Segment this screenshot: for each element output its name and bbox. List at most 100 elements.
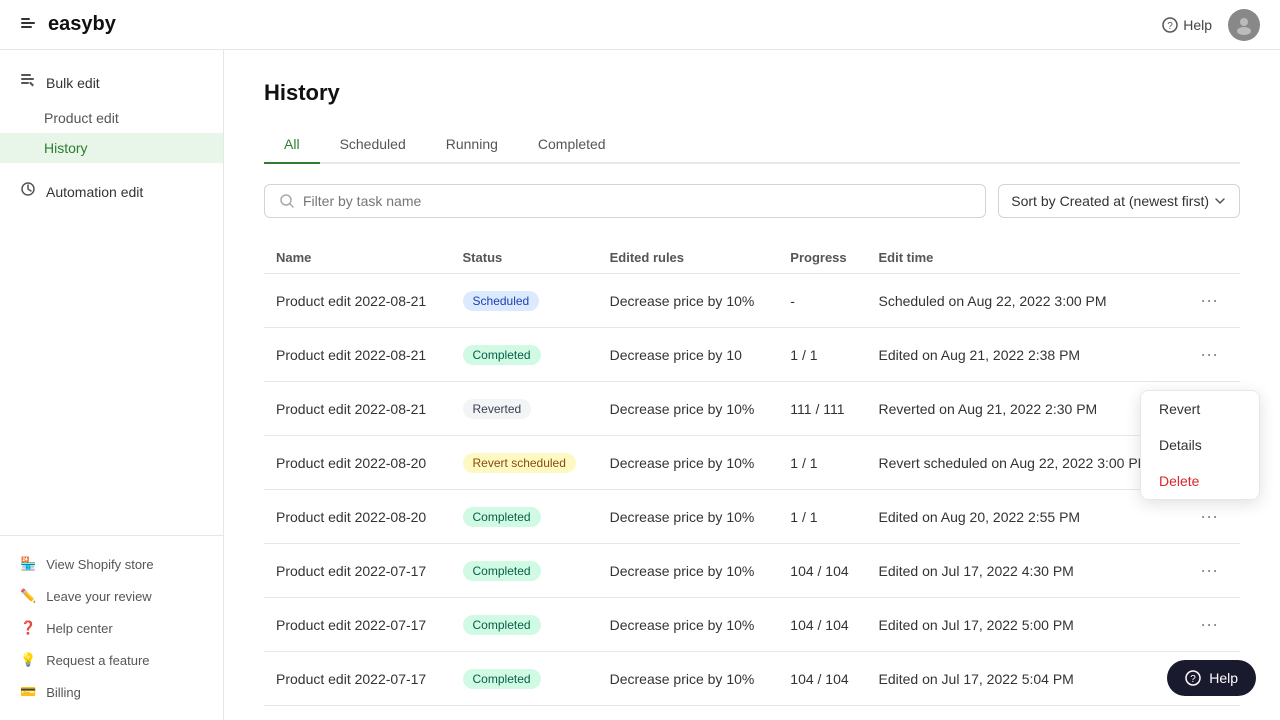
help-bubble-label: Help — [1209, 670, 1238, 686]
row-menu-button[interactable]: ··· — [1194, 504, 1224, 529]
help-center-label: Help center — [46, 621, 112, 636]
table-row: Product edit 2022-08-21 Scheduled Decrea… — [264, 274, 1240, 328]
view-shopify-label: View Shopify store — [46, 557, 153, 572]
cell-name: Product edit 2022-08-21 — [264, 274, 451, 328]
sidebar-item-history[interactable]: History — [0, 133, 223, 163]
cell-progress: 104 / 104 — [778, 598, 866, 652]
cell-edited-rules: Decrease price by 10% — [598, 274, 779, 328]
cell-name: Product edit 2022-08-20 — [264, 436, 451, 490]
search-icon — [279, 193, 295, 209]
cell-edit-time: Edited on Aug 20, 2022 2:55 PM — [866, 490, 1182, 544]
cell-edit-time: Reverted on Aug 21, 2022 2:30 PM — [866, 382, 1182, 436]
table-row: Product edit 2022-07-17 Completed Decrea… — [264, 652, 1240, 706]
cell-status: Completed — [451, 652, 598, 706]
menu-item-delete[interactable]: Delete — [1141, 463, 1259, 499]
sidebar-automation-edit-label: Automation edit — [46, 184, 143, 200]
logo-icon — [20, 14, 42, 36]
cell-progress: 1 / 1 — [778, 328, 866, 382]
status-badge: Completed — [463, 561, 541, 581]
sidebar-item-product-edit[interactable]: Product edit — [0, 103, 223, 133]
cell-status: Completed — [451, 328, 598, 382]
row-menu-button[interactable]: ··· — [1194, 558, 1224, 583]
help-center-icon: ❓ — [20, 620, 36, 636]
menu-item-revert[interactable]: Revert — [1141, 391, 1259, 427]
status-badge: Completed — [463, 669, 541, 689]
tab-running[interactable]: Running — [426, 126, 518, 164]
cell-edited-rules: Decrease price by 10% — [598, 382, 779, 436]
menu-item-details[interactable]: Details — [1141, 427, 1259, 463]
table-row: Product edit 2022-08-20 Revert scheduled… — [264, 436, 1240, 490]
avatar[interactable] — [1228, 9, 1260, 41]
status-badge: Completed — [463, 615, 541, 635]
tab-scheduled[interactable]: Scheduled — [320, 126, 426, 164]
table-row: Product edit 2022-07-17 Completed Decrea… — [264, 544, 1240, 598]
cell-edit-time: Edited on Jul 17, 2022 5:04 PM — [866, 652, 1182, 706]
search-input[interactable] — [303, 193, 971, 209]
topnav-right: ? Help — [1162, 9, 1260, 41]
cell-progress: 104 / 104 — [778, 652, 866, 706]
search-box — [264, 184, 986, 218]
sort-dropdown[interactable]: Sort by Created at (newest first) — [998, 184, 1240, 218]
cell-edit-time: Edited on Aug 21, 2022 2:38 PM — [866, 328, 1182, 382]
sidebar-item-request-feature[interactable]: 💡 Request a feature — [0, 644, 223, 676]
svg-text:?: ? — [1190, 674, 1196, 685]
table-row: Product edit 2022-08-21 Completed Decrea… — [264, 328, 1240, 382]
sidebar-item-help-center[interactable]: ❓ Help center — [0, 612, 223, 644]
bulk-edit-icon — [20, 72, 36, 93]
cell-edit-time: Edited on Jul 17, 2022 4:30 PM — [866, 544, 1182, 598]
cell-status: Completed — [451, 490, 598, 544]
help-bubble[interactable]: ? Help — [1167, 660, 1256, 696]
cell-edit-time: Edited on Jul 17, 2022 5:00 PM — [866, 598, 1182, 652]
sidebar-product-edit-label: Product edit — [44, 110, 119, 126]
sidebar-bulk-edit-label: Bulk edit — [46, 75, 100, 91]
automation-edit-icon — [20, 181, 36, 202]
table-row: Product edit 2022-07-17 Completed Decrea… — [264, 598, 1240, 652]
tab-all[interactable]: All — [264, 126, 320, 164]
request-feature-label: Request a feature — [46, 653, 149, 668]
topnav: easyby ? Help — [0, 0, 1280, 50]
cell-name: Product edit 2022-07-17 — [264, 652, 451, 706]
cell-name: Product edit 2022-07-17 — [264, 598, 451, 652]
status-badge: Completed — [463, 507, 541, 527]
svg-text:?: ? — [1167, 21, 1173, 32]
col-status: Status — [451, 242, 598, 274]
col-name: Name — [264, 242, 451, 274]
cell-edit-time: Scheduled on Aug 22, 2022 3:00 PM — [866, 274, 1182, 328]
row-menu-button[interactable]: ··· — [1194, 342, 1224, 367]
cell-actions: ··· — [1182, 328, 1240, 382]
table-row: Product edit 2022-08-21 Reverted Decreas… — [264, 382, 1240, 436]
row-menu-button[interactable]: ··· — [1194, 612, 1224, 637]
cell-actions: ··· — [1182, 274, 1240, 328]
cell-edited-rules: Decrease price by 10% — [598, 436, 779, 490]
tab-completed[interactable]: Completed — [518, 126, 626, 164]
sidebar-history-label: History — [44, 140, 88, 156]
history-table: Name Status Edited rules Progress Edit t… — [264, 242, 1240, 706]
sidebar-item-automation-edit[interactable]: Automation edit — [0, 171, 223, 212]
col-progress: Progress — [778, 242, 866, 274]
sidebar-item-bulk-edit[interactable]: Bulk edit — [0, 62, 223, 103]
cell-progress: 1 / 1 — [778, 490, 866, 544]
logo[interactable]: easyby — [20, 13, 116, 36]
cell-edited-rules: Decrease price by 10% — [598, 598, 779, 652]
cell-edited-rules: Decrease price by 10% — [598, 652, 779, 706]
help-label: Help — [1183, 17, 1212, 33]
cell-status: Reverted — [451, 382, 598, 436]
sidebar-item-leave-review[interactable]: ✏️ Leave your review — [0, 580, 223, 612]
status-badge: Completed — [463, 345, 541, 365]
chevron-down-icon — [1213, 194, 1227, 208]
help-link[interactable]: ? Help — [1162, 17, 1212, 33]
row-menu-button[interactable]: ··· — [1194, 288, 1224, 313]
sidebar-item-view-shopify[interactable]: 🏪 View Shopify store — [0, 548, 223, 580]
sort-value: Created at (newest first) — [1060, 193, 1209, 209]
tab-bar: All Scheduled Running Completed — [264, 126, 1240, 164]
view-shopify-icon: 🏪 — [20, 556, 36, 572]
cell-actions: ··· — [1182, 598, 1240, 652]
cell-status: Revert scheduled — [451, 436, 598, 490]
col-edit-time: Edit time — [866, 242, 1182, 274]
table-header-row: Name Status Edited rules Progress Edit t… — [264, 242, 1240, 274]
page-title: History — [264, 80, 1240, 106]
cell-name: Product edit 2022-07-17 — [264, 544, 451, 598]
sidebar-item-billing[interactable]: 💳 Billing — [0, 676, 223, 708]
status-badge: Reverted — [463, 399, 532, 419]
cell-progress: 1 / 1 — [778, 436, 866, 490]
